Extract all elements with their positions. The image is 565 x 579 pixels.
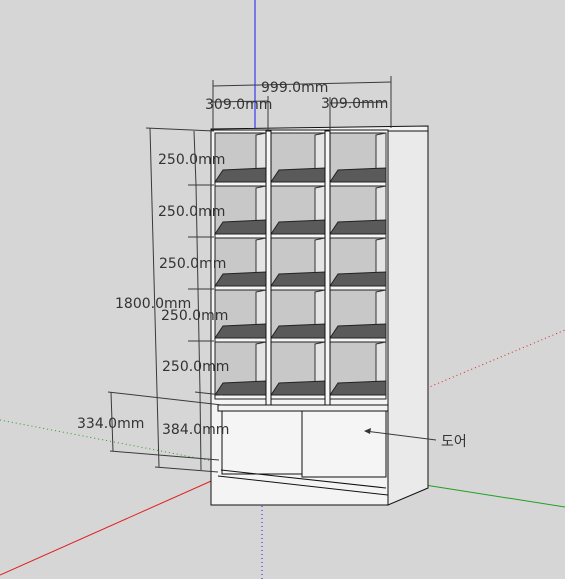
cabinet-right-side [387, 128, 429, 506]
shelf-front-edge [214, 181, 267, 187]
shelf-front-edge [214, 394, 267, 400]
cubby-shelf [214, 323, 267, 339]
door-label: 도어 [441, 434, 467, 450]
cubby-shelf [329, 167, 387, 183]
divider-right [324, 130, 331, 410]
cubby-shelf [214, 380, 267, 396]
cubby-shelf [329, 271, 387, 287]
shelf-front-edge [270, 394, 326, 400]
shelf-front-edge [329, 181, 387, 187]
cubby-shelf [270, 323, 326, 339]
cubby-shelf [270, 380, 326, 396]
door-left[interactable] [221, 410, 303, 475]
shelf-front-edge [214, 337, 267, 343]
cubby-shelf [270, 167, 326, 183]
shelf-front-edge [270, 233, 326, 239]
dim-shelf-height-4: 250.0mm [161, 308, 228, 324]
red-axis-dotted [426, 329, 565, 389]
door-right[interactable] [301, 410, 387, 478]
cubby-shelf [214, 219, 267, 235]
divider-left [265, 130, 272, 410]
dim-shelf-height-5: 250.0mm [162, 359, 229, 375]
shelf-front-edge [270, 181, 326, 187]
cubby-shelf [329, 323, 387, 339]
dim-base-section-height: 384.0mm [162, 422, 229, 438]
shelf-front-edge [329, 337, 387, 343]
sketchup-viewport[interactable]: 999.0mm 309.0mm 309.0mm 1800.0mm 250.0mm… [0, 0, 565, 579]
cubby-shelf [329, 219, 387, 235]
shelf-front-edge [214, 233, 267, 239]
dim-shelf-height-3: 250.0mm [159, 256, 226, 272]
cubby-grid [214, 132, 387, 400]
base-rail [217, 404, 389, 412]
dim-shelf-height-1: 250.0mm [158, 152, 225, 168]
cubby-shelf [270, 271, 326, 287]
cabinet-scene[interactable]: 999.0mm 309.0mm 309.0mm 1800.0mm 250.0mm… [0, 0, 565, 579]
green-axis-solid [424, 484, 565, 508]
dim-shelf-height-2: 250.0mm [158, 204, 225, 220]
dim-overall-width: 999.0mm [261, 80, 328, 96]
cubby-shelf [214, 167, 267, 183]
dim-column-width-left: 309.0mm [205, 97, 272, 113]
dim-column-width-right: 309.0mm [321, 96, 388, 112]
shelf-front-edge [270, 285, 326, 291]
cabinet[interactable] [210, 125, 429, 506]
shelf-front-edge [329, 233, 387, 239]
shelf-front-edge [270, 337, 326, 343]
cubby-shelf [329, 380, 387, 396]
cubby-shelf [214, 271, 267, 287]
shelf-front-edge [329, 394, 387, 400]
shelf-front-edge [329, 285, 387, 291]
red-axis-solid [0, 477, 219, 576]
shelf-front-edge [214, 285, 267, 291]
dim-door-height: 334.0mm [77, 416, 144, 432]
cubby-shelf [270, 219, 326, 235]
